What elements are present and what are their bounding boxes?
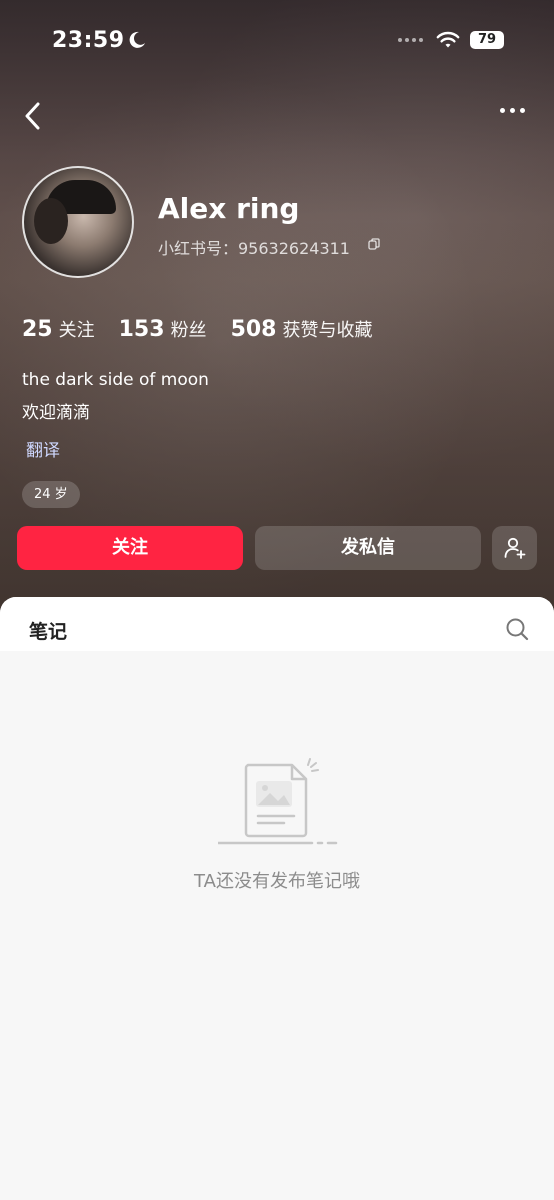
profile-screen: 23:59 79 Alex ring 小红书号：95632624311 25 关… [0,0,554,1200]
signal-dots [398,38,423,42]
stat-following-count: 25 [22,317,53,342]
add-user-icon [504,537,526,559]
wifi-icon [436,31,460,48]
profile-name: Alex ring [158,192,300,225]
add-friend-button[interactable] [492,526,537,570]
stat-following-label: 关注 [58,320,95,341]
bio-line-1: the dark side of moon [22,370,209,390]
tab-notes[interactable]: 笔记 [29,617,67,644]
avatar-hair-shape [34,198,68,244]
stat-likes-count: 508 [230,317,277,342]
search-icon[interactable] [505,617,529,641]
tab-bar: 笔记 [0,597,554,651]
profile-id: 小红书号：95632624311 [158,239,350,258]
empty-document-icon [218,758,338,845]
battery-icon: 79 [470,31,504,49]
copy-icon[interactable] [368,238,380,250]
follow-button[interactable]: 关注 [17,526,243,570]
notes-section: 笔记 TA还没有发布笔记哦 [0,597,554,1200]
empty-state-text: TA还没有发布笔记哦 [194,871,360,892]
chevron-left-icon[interactable] [22,100,44,132]
status-bar: 23:59 79 [0,28,554,58]
bio-line-2: 欢迎滴滴 [22,403,90,423]
translate-link[interactable]: 翻译 [26,436,60,461]
stat-followers-label: 粉丝 [170,320,207,341]
stat-followers[interactable]: 153 粉丝 [119,316,207,342]
avatar[interactable] [22,166,134,278]
message-button[interactable]: 发私信 [255,526,481,570]
stat-following[interactable]: 25 关注 [22,316,95,342]
stat-likes-label: 获赞与收藏 [282,320,373,341]
stat-followers-count: 153 [118,317,165,342]
moon-icon [129,31,145,48]
ellipsis-icon[interactable] [500,108,525,113]
status-time: 23:59 [52,28,125,53]
profile-stats: 25 关注 153 粉丝 508 获赞与收藏 [22,316,373,342]
stat-likes[interactable]: 508 获赞与收藏 [231,316,373,342]
age-badge: 24 岁 [22,481,80,508]
